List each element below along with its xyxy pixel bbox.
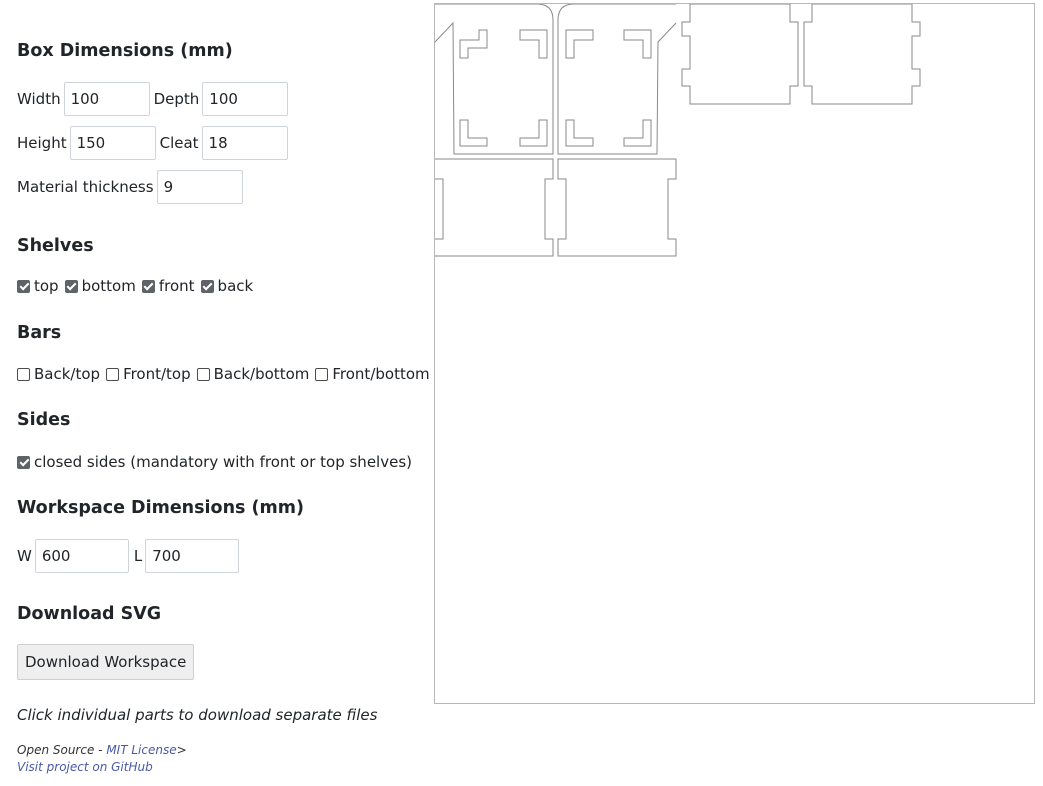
shelf-front-option[interactable]: front	[141, 277, 195, 295]
cleat-label: Cleat	[159, 134, 199, 152]
shelf-panel-bottom-2-outline	[557, 158, 677, 257]
workspace-l-label: L	[133, 547, 143, 565]
open-source-text: Open Source -	[17, 743, 107, 757]
bar-back-bottom-option[interactable]: Back/bottom	[196, 365, 310, 383]
shelves-options: top bottom front back	[17, 277, 259, 295]
download-hint: Click individual parts to download separ…	[17, 706, 378, 724]
thickness-row: Material thickness	[17, 170, 243, 204]
bar-front-top-option[interactable]: Front/top	[106, 365, 191, 383]
shelf-top-option[interactable]: top	[17, 277, 59, 295]
workspace-canvas	[434, 3, 1035, 704]
width-label: Width	[17, 90, 61, 108]
box-dimensions-heading: Box Dimensions (mm)	[17, 41, 233, 61]
shelf-top-checkbox[interactable]	[17, 279, 30, 293]
shelf-bottom-label: bottom	[81, 277, 136, 295]
shelf-front-label: front	[158, 277, 195, 295]
bar-back-top-label: Back/top	[34, 365, 101, 383]
github-line: Visit project on GitHub	[17, 760, 153, 774]
shelf-back-label: back	[217, 277, 254, 295]
shelf-bottom-option[interactable]: bottom	[64, 277, 136, 295]
cleat-input[interactable]	[201, 126, 288, 160]
bar-front-bottom-label: Front/bottom	[332, 365, 430, 383]
shelf-front-checkbox[interactable]	[141, 279, 155, 293]
cleat-blue-top-right	[519, 29, 548, 59]
cleat-yellow-bottom-right	[519, 119, 548, 147]
mit-license-link[interactable]: MIT License	[106, 743, 176, 757]
depth-label: Depth	[153, 90, 200, 108]
download-heading: Download SVG	[17, 604, 162, 624]
thickness-label: Material thickness	[17, 178, 154, 196]
shelf-panel-top-2-outline	[803, 4, 921, 105]
bar-back-bottom-label: Back/bottom	[213, 365, 310, 383]
bar-front-top-label: Front/top	[123, 365, 191, 383]
closed-sides-option[interactable]: closed sides (mandatory with front or to…	[17, 453, 412, 471]
shelf-panel-top-1[interactable]	[681, 4, 799, 105]
height-cleat-row: Height Cleat	[17, 126, 288, 160]
cleat-blue-top-left	[565, 29, 594, 59]
bar-back-top-checkbox[interactable]	[17, 367, 30, 381]
height-label: Height	[17, 134, 67, 152]
side-panel-left[interactable]	[435, 4, 554, 155]
shelf-panel-top-1-outline	[681, 4, 799, 105]
closed-sides-checkbox[interactable]	[17, 455, 30, 469]
bar-front-top-checkbox[interactable]	[106, 367, 120, 381]
workspace-size-row: W L	[17, 539, 240, 573]
github-link[interactable]: Visit project on GitHub	[17, 760, 153, 774]
sides-heading: Sides	[17, 410, 71, 430]
bar-front-bottom-checkbox[interactable]	[315, 367, 329, 381]
bars-heading: Bars	[17, 323, 62, 343]
cleat-green-bottom-left	[459, 119, 488, 147]
shelf-bottom-checkbox[interactable]	[64, 279, 78, 293]
license-line: Open Source - MIT License>	[17, 743, 187, 757]
cleat-red-top-right	[623, 29, 652, 59]
shelf-top-label: top	[34, 277, 59, 295]
side-panel-right-outline	[557, 4, 677, 155]
cleat-green-bottom-right	[623, 119, 652, 147]
cleat-yellow-bottom-left	[565, 119, 594, 147]
workspace-svg	[435, 4, 921, 257]
bar-front-bottom-option[interactable]: Front/bottom	[315, 365, 430, 383]
bar-back-bottom-checkbox[interactable]	[196, 367, 210, 381]
bar-back-top-option[interactable]: Back/top	[17, 365, 100, 383]
shelf-back-option[interactable]: back	[200, 277, 254, 295]
workspace-width-input[interactable]	[34, 539, 129, 573]
closed-sides-label: closed sides (mandatory with front or to…	[34, 453, 412, 471]
workspace-length-input[interactable]	[145, 539, 240, 573]
shelf-panel-bottom-2[interactable]	[557, 158, 677, 257]
shelf-back-checkbox[interactable]	[200, 279, 214, 293]
shelf-panel-top-2[interactable]	[803, 4, 921, 105]
shelves-heading: Shelves	[17, 236, 94, 256]
sides-options: closed sides (mandatory with front or to…	[17, 453, 418, 471]
width-input[interactable]	[63, 82, 150, 116]
height-input[interactable]	[69, 126, 156, 160]
download-workspace-button[interactable]: Download Workspace	[17, 644, 195, 680]
workspace-dimensions-heading: Workspace Dimensions (mm)	[17, 498, 305, 518]
side-panel-right[interactable]	[557, 4, 677, 155]
shelf-panel-bottom-1-outline	[435, 158, 554, 257]
depth-input[interactable]	[202, 82, 289, 116]
workspace-w-label: W	[17, 547, 32, 565]
side-panel-left-outline	[435, 4, 554, 155]
bars-options: Back/top Front/top Back/bottom Front/bot…	[17, 365, 436, 383]
cleat-red-top-left	[459, 29, 488, 59]
thickness-input[interactable]	[156, 170, 243, 204]
shelf-panel-bottom-1[interactable]	[435, 158, 554, 257]
license-suffix: >	[176, 743, 187, 757]
width-depth-row: Width Depth	[17, 82, 289, 116]
